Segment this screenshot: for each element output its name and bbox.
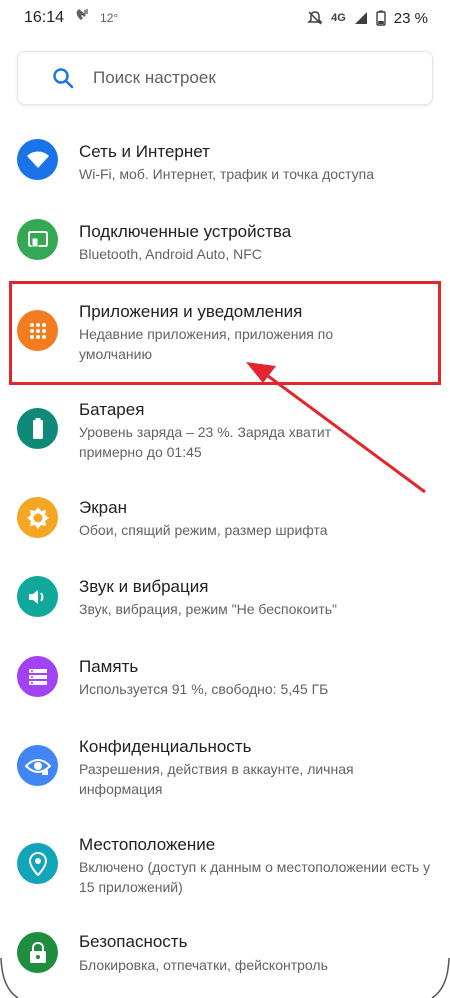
corner-decoration-right xyxy=(431,958,450,998)
annotation-arrow xyxy=(246,362,426,494)
corner-decoration-left xyxy=(0,958,19,998)
